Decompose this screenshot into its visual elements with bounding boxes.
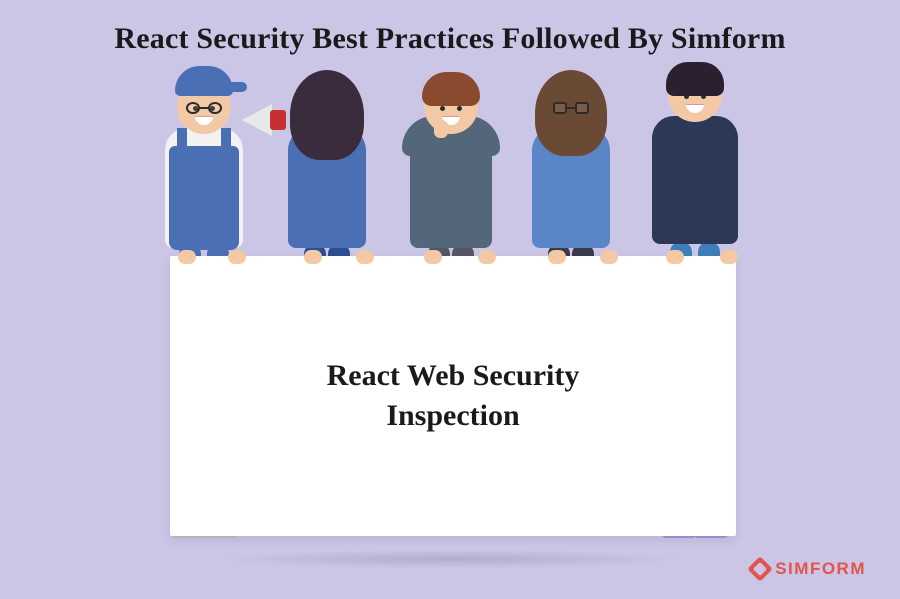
hand-icon bbox=[666, 250, 684, 264]
brand-logo-text: SIMFORM bbox=[775, 559, 866, 579]
person-1 bbox=[165, 80, 243, 248]
hand-icon bbox=[478, 250, 496, 264]
person-4 bbox=[532, 80, 610, 248]
person-5 bbox=[652, 68, 738, 244]
person-2 bbox=[288, 80, 366, 248]
glasses-icon bbox=[186, 102, 222, 114]
hand-icon bbox=[720, 250, 738, 264]
ground-shadow bbox=[120, 548, 780, 570]
hand-icon bbox=[600, 250, 618, 264]
brand-logo: SIMFORM bbox=[751, 559, 866, 579]
hand-icon bbox=[228, 250, 246, 264]
page-title: React Security Best Practices Followed B… bbox=[0, 0, 900, 56]
hand-icon bbox=[424, 250, 442, 264]
hand-icon bbox=[548, 250, 566, 264]
glasses-icon bbox=[553, 102, 589, 114]
content-card: React Web Security Inspection bbox=[170, 256, 736, 536]
hand-icon bbox=[178, 250, 196, 264]
cap-icon bbox=[175, 66, 233, 96]
illustration-stage: React Web Security Inspection bbox=[0, 80, 900, 599]
person-3 bbox=[410, 80, 492, 248]
card-title: React Web Security Inspection bbox=[327, 356, 580, 437]
hand-icon bbox=[356, 250, 374, 264]
brand-logo-icon bbox=[747, 556, 772, 581]
hand-icon bbox=[304, 250, 322, 264]
megaphone-icon bbox=[242, 98, 286, 142]
